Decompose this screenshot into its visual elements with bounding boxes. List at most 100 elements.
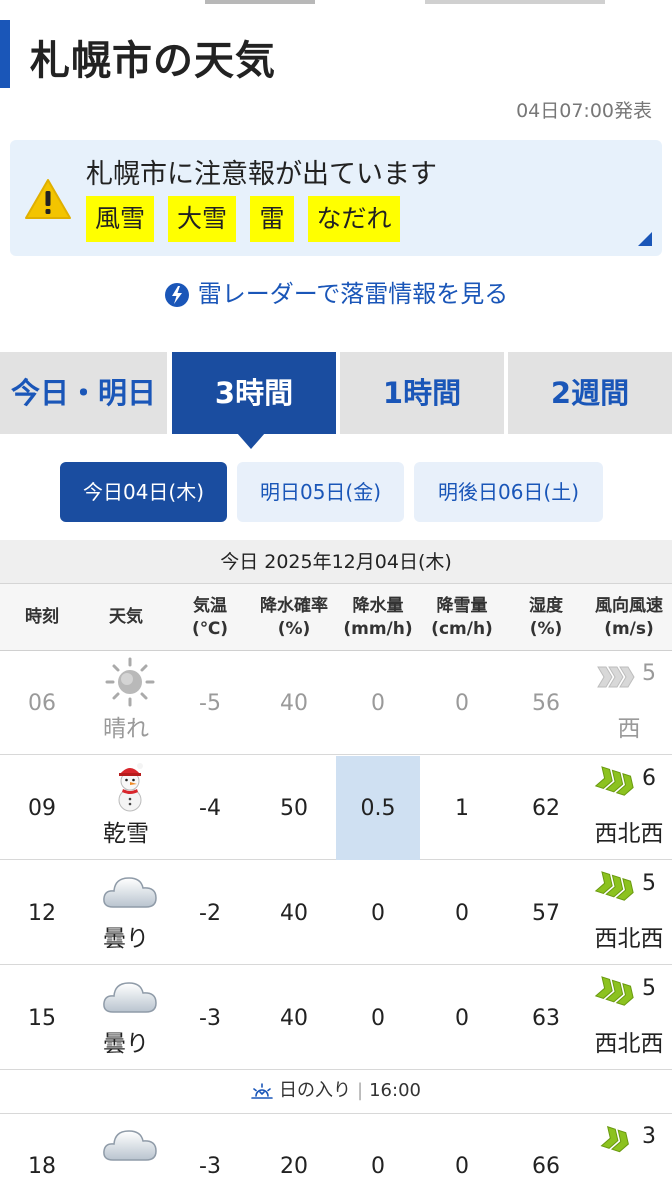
- wind-direction-icon: [594, 871, 634, 901]
- page-header: 札幌市の天気: [0, 20, 672, 88]
- sunset-icon: [251, 1083, 273, 1099]
- wind-direction: 西: [617, 716, 641, 742]
- tab-3-hour[interactable]: 3時間: [172, 352, 336, 434]
- humidity-cell: 62: [532, 795, 560, 821]
- snowfall-cell: 1: [455, 795, 469, 821]
- header-snowfall: 降雪量 (cm/h): [431, 595, 493, 639]
- precip-cell: 0: [371, 690, 385, 716]
- warning-message: 札幌市に注意報が出ています: [86, 159, 437, 190]
- weather-cell: 曇り: [84, 966, 168, 1070]
- snowfall-cell: 0: [455, 900, 469, 926]
- precip-cell: 0: [371, 1153, 385, 1179]
- wind-direction-icon: [600, 1126, 629, 1153]
- weather-cell: 晴れ: [84, 651, 168, 755]
- snowfall-cell: 0: [455, 690, 469, 716]
- warning-tag: 大雪: [168, 196, 236, 242]
- time-cell: 06: [28, 690, 56, 716]
- sunset-label: 日の入り: [279, 1080, 352, 1101]
- wind-speed: 5: [642, 661, 656, 686]
- day-button-today[interactable]: 今日04日(木): [60, 462, 227, 522]
- forecast-tabs: 今日・明日 3時間 1時間 2週間: [0, 352, 672, 434]
- warning-banner[interactable]: 札幌市に注意報が出ています 風雪 大雪 雷 なだれ: [10, 140, 662, 256]
- temp-cell: -5: [199, 690, 221, 716]
- weather-label: 曇り: [103, 1031, 149, 1057]
- pop-cell: 40: [280, 690, 308, 716]
- wind-cell: 5 西: [586, 651, 672, 755]
- time-cell: 12: [28, 900, 56, 926]
- precip-cell: 0: [371, 900, 385, 926]
- day-button-tomorrow[interactable]: 明日05日(金): [237, 462, 404, 522]
- day-button-day-after[interactable]: 明後日06日(土): [414, 462, 603, 522]
- warning-tag: 雷: [250, 196, 294, 242]
- active-tab-pointer: [237, 433, 265, 449]
- tab-2-week[interactable]: 2週間: [508, 352, 672, 434]
- snowfall-cell: 0: [455, 1005, 469, 1031]
- table-header: 時刻 天気 気温 (℃) 降水確率 (%) 降水量 (mm/h) 降雪量 (cm/h) …: [0, 584, 672, 651]
- header-wind: 風向風速 (m/s): [595, 595, 663, 639]
- thunder-radar-link-label: 雷レーダーで落雷情報を見る: [197, 280, 509, 308]
- header-pop: 降水確率 (%): [260, 595, 328, 639]
- thunder-radar-link[interactable]: 雷レーダーで落雷情報を見る: [0, 274, 672, 309]
- warning-tag: なだれ: [308, 196, 400, 242]
- temp-cell: -2: [199, 900, 221, 926]
- snowfall-cell: 0: [455, 1153, 469, 1179]
- warning-tag: 風雪: [86, 196, 154, 242]
- day-selector: 今日04日(木) 明日05日(金) 明後日06日(土): [0, 462, 672, 522]
- pop-cell: 40: [280, 900, 308, 926]
- wind-direction: 西北西: [594, 821, 664, 847]
- time-cell: 18: [28, 1153, 56, 1179]
- wind-direction-icon: [594, 766, 634, 796]
- temp-cell: -3: [199, 1153, 221, 1179]
- humidity-cell: 56: [532, 690, 560, 716]
- table-row: 06 晴れ -5 40 0 0 56 5 西: [0, 651, 672, 755]
- weather-label: 晴れ: [103, 716, 149, 742]
- cloud-icon: [103, 1130, 157, 1161]
- tab-1-hour[interactable]: 1時間: [340, 352, 504, 434]
- wind-cell: 5 西北西: [586, 966, 672, 1070]
- weather-cell: 曇り: [84, 861, 168, 965]
- sunset-time: 16:00: [369, 1080, 421, 1101]
- weather-label: 曇り: [103, 926, 149, 952]
- header-weather: 天気: [109, 607, 143, 628]
- humidity-cell: 57: [532, 900, 560, 926]
- separator: |: [357, 1080, 364, 1101]
- weather-cell: [84, 1114, 168, 1200]
- wind-cell: 6 西北西: [586, 756, 672, 860]
- snowman-icon: [118, 763, 143, 812]
- warning-icon: [25, 179, 71, 219]
- top-scroll-indicator: [0, 0, 672, 5]
- wind-speed: 5: [642, 976, 656, 1001]
- temp-cell: -4: [199, 795, 221, 821]
- cloud-icon: [103, 982, 157, 1013]
- header-time: 時刻: [25, 607, 59, 628]
- wind-direction: 西北西: [594, 926, 664, 952]
- wind-direction-icon: [594, 976, 634, 1006]
- weather-cell: 乾雪: [84, 756, 168, 860]
- table-row: 09 乾雪 -4 50 0.5 1 62 6 西北西: [0, 756, 672, 860]
- page-title: 札幌市の天気: [30, 38, 276, 84]
- humidity-cell: 66: [532, 1153, 560, 1179]
- temp-cell: -3: [199, 1005, 221, 1031]
- lightning-icon: [164, 283, 189, 307]
- time-cell: 09: [28, 795, 56, 821]
- wind-direction-icon: [597, 666, 635, 688]
- title-accent-bar: [0, 20, 10, 88]
- precip-cell: 0.5: [336, 756, 420, 860]
- wind-speed: 5: [642, 871, 656, 896]
- header-humidity: 湿度 (%): [529, 595, 563, 639]
- table-row: 18 -3 20 0 0 66 3: [0, 1114, 672, 1200]
- header-temp: 気温 (℃): [191, 595, 229, 639]
- wind-cell: 5 西北西: [586, 861, 672, 965]
- wind-speed: 6: [642, 766, 656, 791]
- expand-corner-icon: [638, 232, 652, 246]
- table-row: 12 曇り -2 40 0 0 57 5 西北西: [0, 861, 672, 965]
- sunset-row: 日の入り | 16:00: [0, 1068, 672, 1114]
- cloud-icon: [103, 877, 157, 908]
- table-row: 15 曇り -3 40 0 0 63 5 西北西: [0, 966, 672, 1070]
- header-precip: 降水量 (mm/h): [343, 595, 413, 639]
- humidity-cell: 63: [532, 1005, 560, 1031]
- tab-today-tomorrow[interactable]: 今日・明日: [0, 352, 167, 434]
- pop-cell: 50: [280, 795, 308, 821]
- pop-cell: 20: [280, 1153, 308, 1179]
- wind-speed: 3: [642, 1124, 656, 1149]
